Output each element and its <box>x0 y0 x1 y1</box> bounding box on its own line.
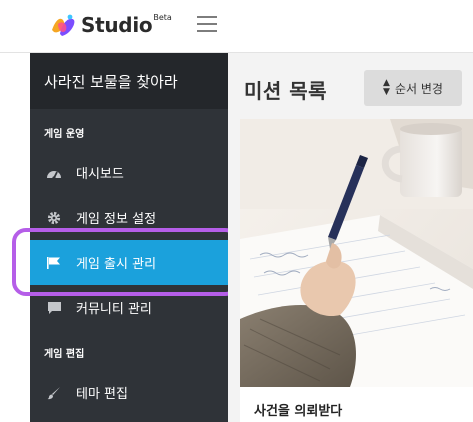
sidebar-item-label: 게임 정보 설정 <box>76 212 157 227</box>
sidebar-item-label: 테마 편집 <box>76 387 128 402</box>
main-content: 미션 목록 ▲ ▼ 순서 변경 사건을 의뢰받다 <box>228 53 473 422</box>
sidebar-item-label: 대시보드 <box>76 167 124 182</box>
gear-icon <box>46 210 62 226</box>
sidebar-item-theme-edit[interactable]: 테마 편집 <box>30 370 228 415</box>
sort-icon: ▲ ▼ <box>383 78 390 97</box>
studio-logo[interactable]: Studio Beta <box>48 10 172 40</box>
menu-toggle-button[interactable] <box>197 16 217 34</box>
reorder-button-label: 순서 변경 <box>394 81 443 96</box>
section-label-game-edit: 게임 편집 <box>44 349 85 360</box>
mission-card-title: 사건을 의뢰받다 <box>254 404 343 419</box>
brush-icon <box>46 385 62 401</box>
reorder-button[interactable]: ▲ ▼ 순서 변경 <box>364 70 462 106</box>
logo-text: Studio <box>81 13 153 37</box>
mission-card[interactable]: 사건을 의뢰받다 <box>240 119 473 422</box>
sidebar-item-label: 커뮤니티 관리 <box>76 302 152 317</box>
sidebar-item-dashboard[interactable]: 대시보드 <box>30 150 228 195</box>
project-title: 사라진 보물을 찾아라 <box>30 53 228 109</box>
hamburger-icon <box>197 16 217 18</box>
studio-logo-icon <box>52 14 75 36</box>
mission-card-image <box>240 119 473 387</box>
beta-badge: Beta <box>153 12 172 22</box>
page-title: 미션 목록 <box>244 79 328 103</box>
chat-icon <box>46 300 62 316</box>
top-bar: Studio Beta <box>0 0 473 53</box>
dashboard-icon <box>46 165 62 181</box>
highlight-outline <box>12 228 239 296</box>
section-label-game-ops: 게임 운영 <box>44 129 85 140</box>
